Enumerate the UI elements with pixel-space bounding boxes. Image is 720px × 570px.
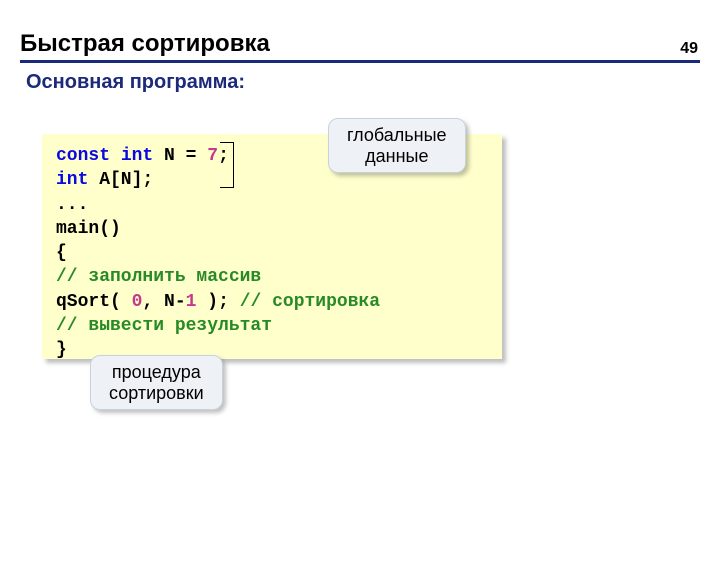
callout-sort-procedure: процедура сортировки <box>90 355 223 410</box>
callout-line: глобальные <box>347 125 447 146</box>
code-text: = <box>186 146 197 166</box>
comment: // вывести результат <box>56 316 272 336</box>
code-line: qSort( 0, N-1 ); // сортировка <box>56 290 488 314</box>
bracket-icon <box>220 142 234 188</box>
code-text: A[N]; <box>88 170 153 190</box>
code-line: main() <box>56 217 488 241</box>
keyword: int <box>56 170 88 190</box>
subtitle: Основная программа: <box>26 71 720 94</box>
code-text: N <box>153 146 185 166</box>
number-literal: 0 <box>132 292 143 312</box>
title-rule: Быстрая сортировка <box>20 30 700 63</box>
keyword: int <box>121 146 153 166</box>
callout-line: сортировки <box>109 383 204 404</box>
number-literal: 7 <box>196 146 218 166</box>
code-text: , N- <box>142 292 185 312</box>
page-number: 49 <box>680 40 698 58</box>
code-line: // заполнить массив <box>56 265 488 289</box>
callout-line: данные <box>347 146 447 167</box>
comment: // сортировка <box>240 292 380 312</box>
code-text: ); <box>196 292 239 312</box>
number-literal: 1 <box>186 292 197 312</box>
page-title: Быстрая сортировка <box>20 30 700 58</box>
callout-line: процедура <box>109 362 204 383</box>
code-line: // вывести результат <box>56 314 488 338</box>
code-line: { <box>56 241 488 265</box>
comment: // заполнить массив <box>56 267 261 287</box>
keyword: const <box>56 146 110 166</box>
code-text: qSort( <box>56 292 132 312</box>
code-line: ... <box>56 193 488 217</box>
callout-global-data: глобальные данные <box>328 118 466 173</box>
